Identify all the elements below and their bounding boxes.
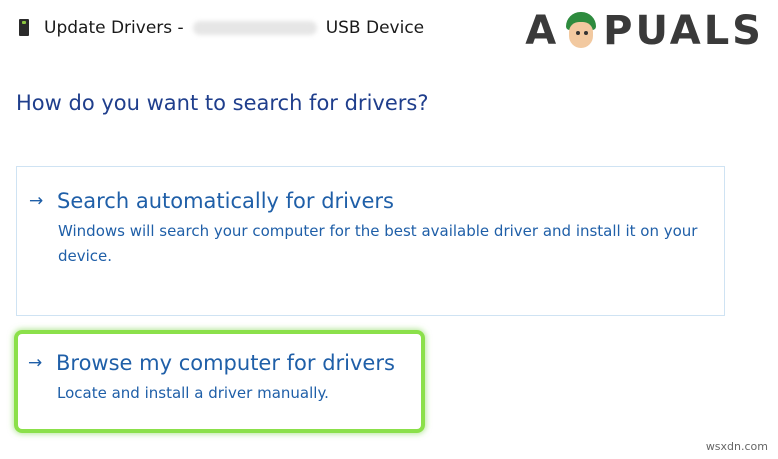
arrow-right-icon: → [28, 353, 43, 373]
option-title-row: → Browse my computer for drivers [28, 348, 395, 378]
window-title-prefix: Update Drivers - [44, 18, 184, 38]
option-title: Search automatically for drivers [57, 189, 394, 213]
arrow-right-icon: → [29, 191, 44, 211]
option-title-row: → Search automatically for drivers [29, 186, 394, 216]
mascot-face-icon [563, 12, 599, 50]
source-watermark: wsxdn.com [705, 440, 768, 453]
option-description: Locate and install a driver manually. [57, 384, 329, 402]
usb-drive-icon [19, 19, 29, 36]
redacted-device-name [192, 21, 317, 35]
appuals-logo: A PUALS [525, 8, 764, 54]
window-title-suffix: USB Device [325, 18, 425, 38]
option-description: Windows will search your computer for th… [58, 222, 698, 265]
option-title: Browse my computer for drivers [56, 351, 395, 375]
page-heading: How do you want to search for drivers? [16, 91, 429, 115]
logo-text-left: A [525, 8, 560, 54]
logo-text-right: PUALS [603, 8, 764, 54]
search-automatically-option[interactable]: → Search automatically for drivers Windo… [16, 166, 725, 316]
browse-computer-option[interactable]: → Browse my computer for drivers Locate … [14, 330, 425, 433]
window-title: Update Drivers - USB Device [44, 16, 424, 40]
